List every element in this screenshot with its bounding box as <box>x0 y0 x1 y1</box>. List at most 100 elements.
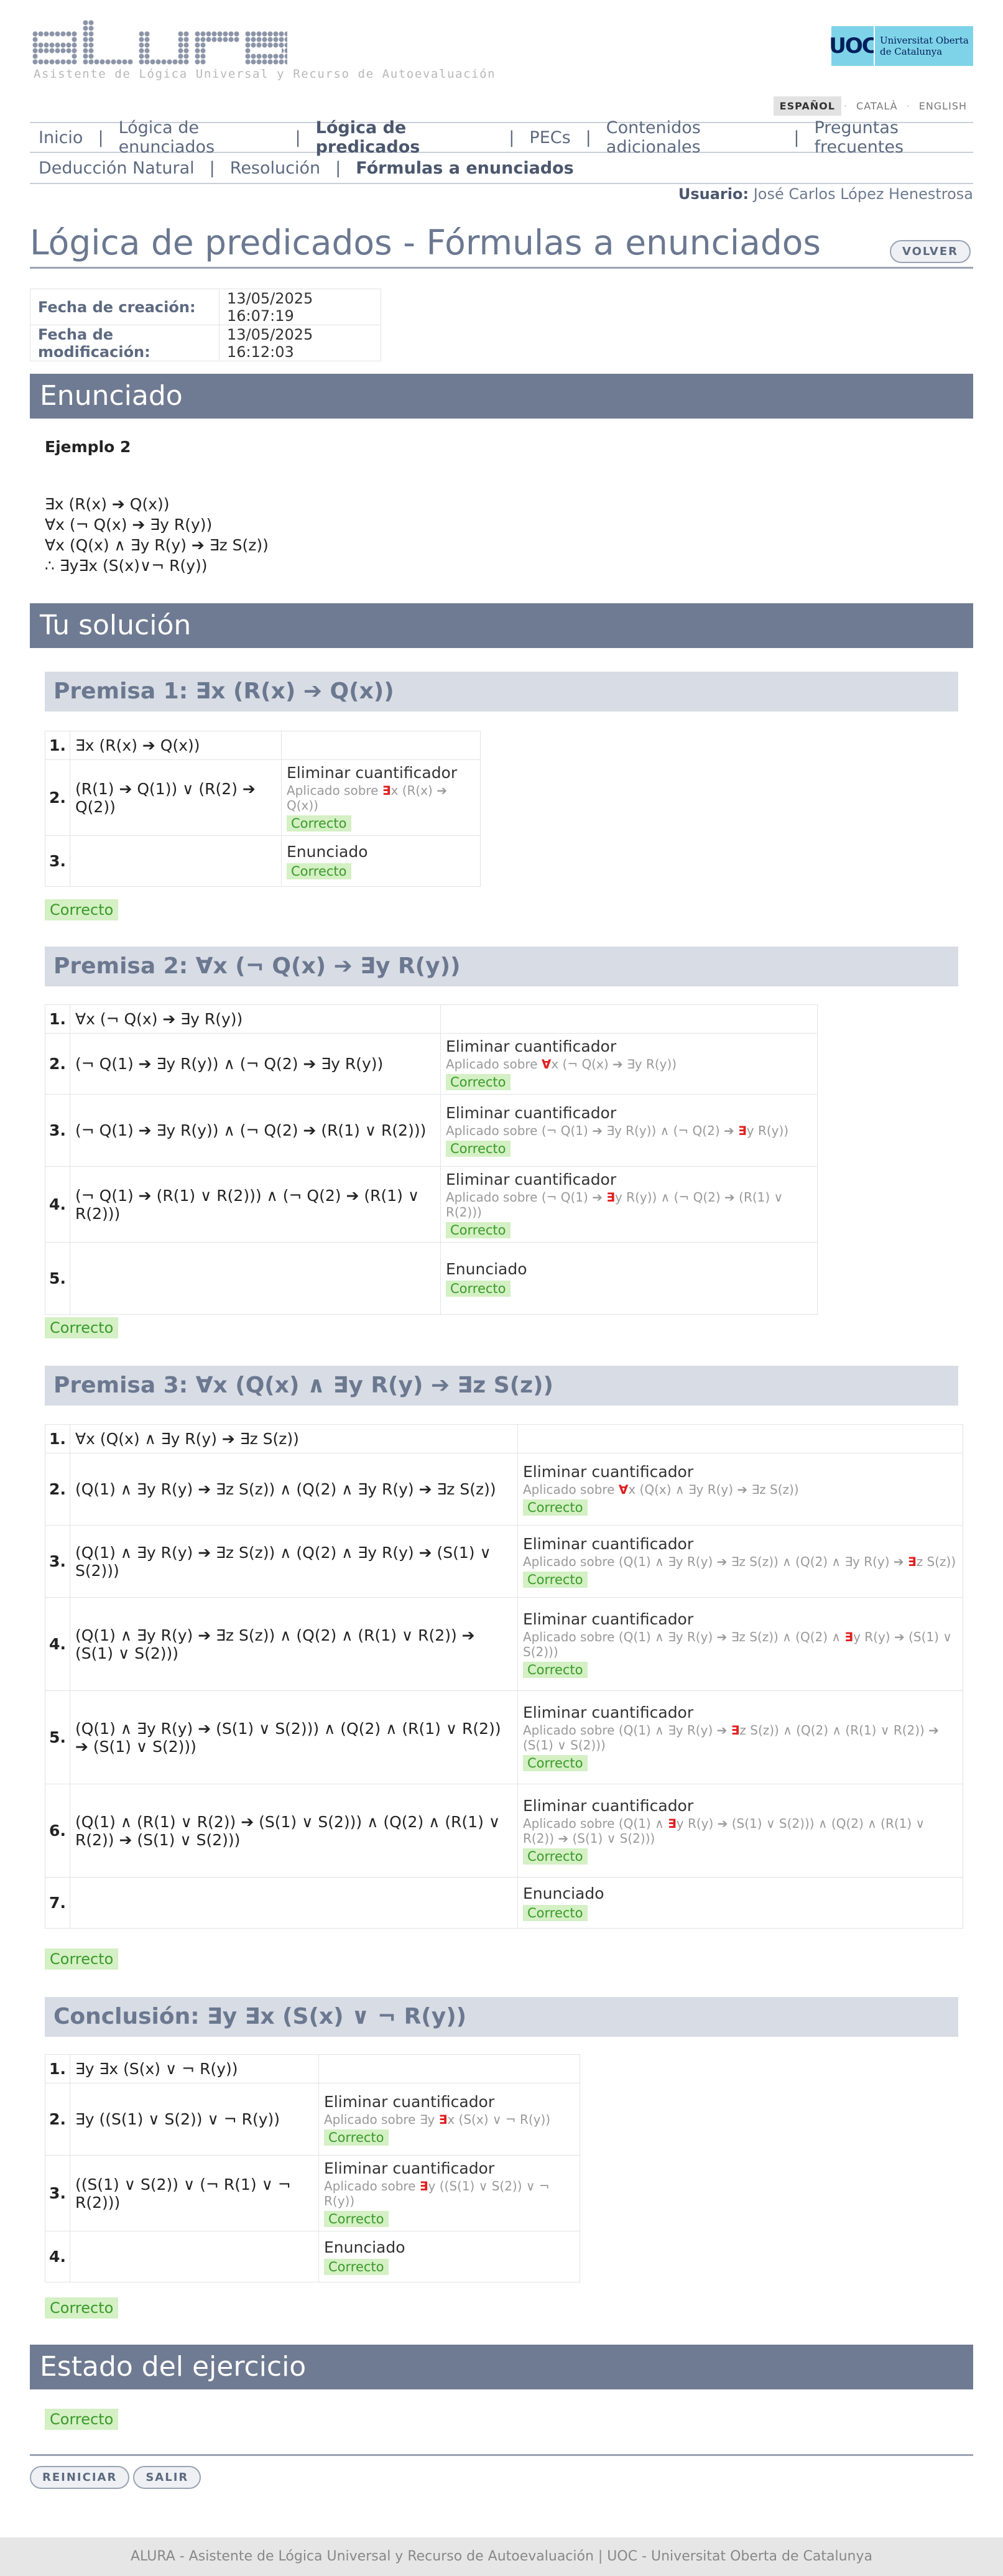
page-title: Lógica de predicados - Fórmulas a enunci… <box>30 223 821 262</box>
divider <box>30 2454 973 2456</box>
step-number: 3. <box>45 2155 70 2231</box>
applied-label: Aplicado sobre <box>446 1057 538 1072</box>
footer: ALURA - Asistente de Lógica Universal y … <box>0 2537 1003 2576</box>
premise-heading: Premisa 2: ∀x (¬ Q(x) ➔ ∃y R(y)) <box>45 947 958 986</box>
uoc-mark: UOC <box>829 26 877 66</box>
step-rule: Eliminar cuantificador <box>446 1104 617 1122</box>
step-status-badge: Correcto <box>287 863 351 879</box>
step-rule-cell: Enunciado Correcto <box>517 1877 963 1929</box>
step-rule-cell: Eliminar cuantificador Aplicado sobre (Q(… <box>517 1525 963 1598</box>
nav-faq[interactable]: Preguntas frecuentes <box>815 118 974 157</box>
step-rule-cell: Eliminar cuantificador Aplicado sobre ∃x … <box>281 759 481 836</box>
step-formula <box>70 835 282 887</box>
step-formula: (Q(1) ∧ ∃y R(y) ➔ ∃z S(z)) ∧ (Q(2) ∧ (R(… <box>70 1597 518 1691</box>
step-row: 7. Enunciado Correcto <box>45 1877 963 1929</box>
step-row: 5. (Q(1) ∧ ∃y R(y) ➔ (S(1) ∨ S(2))) ∧ (Q(… <box>45 1690 963 1784</box>
step-number: 1. <box>45 1424 70 1453</box>
premise-heading: Premisa 3: ∀x (Q(x) ∧ ∃y R(y) ➔ ∃z S(z)) <box>45 1366 958 1406</box>
subnav-deduccion[interactable]: Deducción Natural <box>39 159 195 178</box>
step-number: 2. <box>45 759 70 836</box>
created-label: Fecha de creación: <box>30 289 220 325</box>
applied-post: x (¬ Q(x) ➔ ∃y R(y)) <box>551 1057 677 1072</box>
uoc-text-line2: de Catalunya <box>880 46 943 57</box>
step-applied: Aplicado sobre (Q(1) ∧ ∃y R(y) ➔ ∃z S(z)… <box>523 1723 958 1753</box>
volver-button[interactable]: VOLVER <box>890 240 971 263</box>
step-applied: Aplicado sobre (Q(1) ∧ ∃y R(y) ➔ ∃z S(z)… <box>523 1554 958 1569</box>
step-formula: ∀x (Q(x) ∧ ∃y R(y) ➔ ∃z S(z)) <box>70 1424 518 1453</box>
step-rule: Eliminar cuantificador <box>446 1170 617 1188</box>
main-container: Asistente de Lógica Universal y Recurso … <box>30 0 973 2489</box>
step-row: 5. Enunciado Correcto <box>45 1242 818 1315</box>
nav-logica-enunciados[interactable]: Lógica de enunciados <box>119 118 280 157</box>
step-status-badge: Correcto <box>523 1905 588 1921</box>
applied-pre: (¬ Q(1) ➔ ∃y R(y)) ∧ (¬ Q(2) ➔ <box>541 1123 739 1138</box>
lang-en[interactable]: ENGLISH <box>913 96 973 116</box>
steps-table: 1. ∀x (Q(x) ∧ ∃y R(y) ➔ ∃z S(z)) 2. (Q(1) ∧… <box>45 1424 963 1929</box>
nav-logica-predicados[interactable]: Lógica de predicados <box>316 118 494 157</box>
estado-status-badge: Correcto <box>45 2409 119 2430</box>
step-status-badge: Correcto <box>523 1848 588 1865</box>
applied-label: Aplicado sobre <box>287 783 379 798</box>
salir-button[interactable]: SALIR <box>133 2466 201 2489</box>
nav-separator: | <box>585 127 591 147</box>
applied-quantifier: ∃ <box>908 1554 917 1569</box>
nav-contenidos[interactable]: Contenidos adicionales <box>606 118 779 157</box>
nav-separator: | <box>335 158 341 178</box>
step-rule: Eliminar cuantificador <box>523 1797 694 1815</box>
step-rule-cell <box>281 731 481 760</box>
step-applied: Aplicado sobre ∃x (R(x) ➔ Q(x)) <box>287 783 475 813</box>
applied-pre: (Q(1) ∧ <box>618 1816 668 1831</box>
applied-label: Aplicado sobre <box>324 2179 416 2194</box>
applied-quantifier: ∃ <box>606 1190 615 1205</box>
step-rule: Eliminar cuantificador <box>523 1535 694 1553</box>
lang-ca[interactable]: CATALÀ <box>850 96 904 116</box>
reiniciar-button[interactable]: REINICIAR <box>30 2466 130 2489</box>
applied-quantifier: ∃ <box>844 1629 854 1644</box>
step-formula: (R(1) ➔ Q(1)) ∨ (R(2) ➔ Q(2)) <box>70 759 282 836</box>
step-status-badge: Correcto <box>523 1572 588 1588</box>
nav-separator: | <box>793 127 800 147</box>
step-applied: Aplicado sobre (¬ Q(1) ➔ ∃y R(y)) ∧ (¬ Q… <box>446 1123 812 1138</box>
step-formula: ∃y ∃x (S(x) ∨ ¬ R(y)) <box>70 2054 319 2083</box>
enunciado-heading: Enunciado <box>30 374 973 419</box>
step-rule-cell <box>318 2054 580 2083</box>
step-formula: (Q(1) ∧ ∃y R(y) ➔ (S(1) ∨ S(2))) ∧ (Q(2)… <box>70 1690 518 1784</box>
modified-value: 13/05/2025 16:12:03 <box>219 325 381 361</box>
step-status-badge: Correcto <box>523 1662 588 1678</box>
step-formula <box>70 1242 441 1315</box>
step-rule-cell: Enunciado Correcto <box>318 2231 580 2282</box>
subnav-resolucion[interactable]: Resolución <box>230 159 320 178</box>
estado-heading: Estado del ejercicio <box>30 2345 973 2389</box>
applied-quantifier: ∃ <box>731 1723 740 1738</box>
alura-logo[interactable] <box>32 20 287 65</box>
applied-pre: ∃y <box>419 2112 439 2127</box>
applied-pre: (Q(1) ∧ ∃y R(y) ➔ ∃z S(z)) ∧ (Q(2) ∧ ∃y … <box>618 1554 908 1569</box>
modified-label: Fecha de modificación: <box>30 325 220 361</box>
step-number: 3. <box>45 1094 70 1167</box>
step-status-badge: Correcto <box>523 1755 588 1771</box>
lang-es[interactable]: ESPAÑOL <box>773 96 841 116</box>
step-number: 2. <box>45 1453 70 1526</box>
premise-status-badge: Correcto <box>45 1948 119 1970</box>
step-row: 3. (Q(1) ∧ ∃y R(y) ➔ ∃z S(z)) ∧ (Q(2) ∧ ∃… <box>45 1525 963 1598</box>
nav-inicio[interactable]: Inicio <box>39 128 83 147</box>
applied-label: Aplicado sobre <box>446 1190 538 1205</box>
header: Asistente de Lógica Universal y Recurso … <box>30 0 973 96</box>
step-rule-cell: Eliminar cuantificador Aplicado sobre (Q(… <box>517 1784 963 1878</box>
applied-label: Aplicado sobre <box>523 1723 615 1738</box>
step-applied: Aplicado sobre ∀x (Q(x) ∧ ∃y R(y) ➔ ∃z S… <box>523 1482 958 1497</box>
lang-separator: · <box>843 100 848 112</box>
subnav-formulas[interactable]: Fórmulas a enunciados <box>356 159 574 178</box>
main-nav: Inicio | Lógica de enunciados | Lógica de … <box>30 118 973 157</box>
step-rule-cell: Enunciado Correcto <box>440 1242 818 1315</box>
premise-status-badge: Correcto <box>45 899 119 920</box>
step-row: 6. (Q(1) ∧ (R(1) ∨ R(2)) ➔ (S(1) ∨ S(2)))… <box>45 1784 963 1878</box>
step-row: 3. Enunciado Correcto <box>45 835 481 887</box>
alura-logo-graphic <box>32 20 287 65</box>
step-formula <box>70 2231 319 2282</box>
uoc-logo[interactable]: UOC Universitat Oberta de Catalunya <box>829 26 973 66</box>
step-applied: Aplicado sobre (Q(1) ∧ ∃y R(y) ➔ ∃z S(z)… <box>523 1629 958 1659</box>
applied-label: Aplicado sobre <box>523 1629 615 1644</box>
nav-pecs[interactable]: PECs <box>529 128 570 147</box>
statement-line: ∃x (R(x) ➔ Q(x)) <box>45 495 170 513</box>
